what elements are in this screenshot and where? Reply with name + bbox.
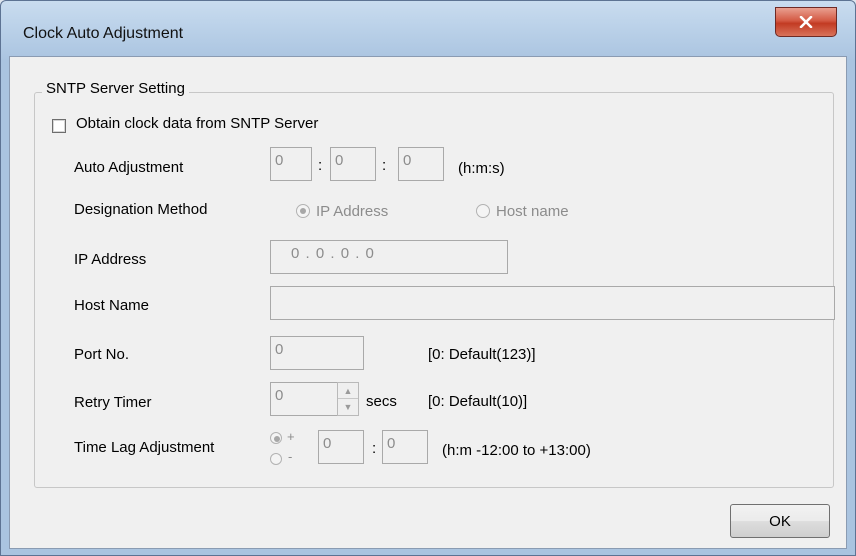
radio-time-lag-minus-label: - <box>288 449 293 464</box>
ip-address-label: IP Address <box>74 251 147 268</box>
time-lag-colon: : <box>372 440 377 457</box>
radio-time-lag-plus[interactable] <box>270 432 282 444</box>
window-title: Clock Auto Adjustment <box>23 25 184 42</box>
port-label: Port No. <box>74 346 130 363</box>
auto-adjustment-colon-1: : <box>318 157 323 174</box>
radio-ip-address-label: IP Address <box>316 203 389 220</box>
retry-timer-label: Retry Timer <box>74 394 152 411</box>
radio-ip-address[interactable] <box>296 204 310 218</box>
spin-down-icon[interactable]: ▼ <box>338 399 358 415</box>
group-title: SNTP Server Setting <box>42 80 189 97</box>
port-input[interactable]: 0 <box>270 336 364 370</box>
radio-host-name-label: Host name <box>496 203 569 220</box>
auto-adjustment-hour-field[interactable]: 0 <box>270 147 312 181</box>
retry-timer-spinner[interactable]: ▲ ▼ <box>337 382 359 416</box>
time-lag-hint: (h:m -12:00 to +13:00) <box>442 442 591 459</box>
port-hint: [0: Default(123)] <box>428 346 536 363</box>
auto-adjustment-label: Auto Adjustment <box>74 159 184 176</box>
dialog-body: SNTP Server Setting Obtain clock data fr… <box>9 56 847 549</box>
host-name-input[interactable] <box>270 286 835 320</box>
obtain-clock-label: Obtain clock data from SNTP Server <box>76 115 319 132</box>
designation-method-label: Designation Method <box>74 201 208 218</box>
spin-up-icon[interactable]: ▲ <box>338 383 358 399</box>
title-bar[interactable]: Clock Auto Adjustment <box>1 1 855 57</box>
obtain-clock-checkbox[interactable] <box>52 119 66 133</box>
retry-timer-unit: secs <box>366 393 397 410</box>
time-lag-label: Time Lag Adjustment <box>74 439 215 456</box>
radio-host-name[interactable] <box>476 204 490 218</box>
auto-adjustment-colon-2: : <box>382 157 387 174</box>
retry-timer-hint: [0: Default(10)] <box>428 393 528 410</box>
dialog-window: Clock Auto Adjustment SNTP Server Settin… <box>0 0 856 556</box>
host-name-label: Host Name <box>74 297 150 314</box>
close-icon <box>799 16 813 28</box>
close-button[interactable] <box>775 7 837 37</box>
radio-time-lag-minus[interactable] <box>270 453 282 465</box>
retry-timer-input[interactable]: 0 <box>270 382 338 416</box>
time-lag-hour-field[interactable]: 0 <box>318 430 364 464</box>
radio-time-lag-plus-label: + <box>287 429 295 444</box>
auto-adjustment-minute-field[interactable]: 0 <box>330 147 376 181</box>
time-lag-minute-field[interactable]: 0 <box>382 430 428 464</box>
ok-button[interactable]: OK <box>730 504 830 538</box>
ip-address-input[interactable]: 0 . 0 . 0 . 0 <box>270 240 508 274</box>
auto-adjustment-second-field[interactable]: 0 <box>398 147 444 181</box>
auto-adjustment-unit: (h:m:s) <box>458 160 505 177</box>
